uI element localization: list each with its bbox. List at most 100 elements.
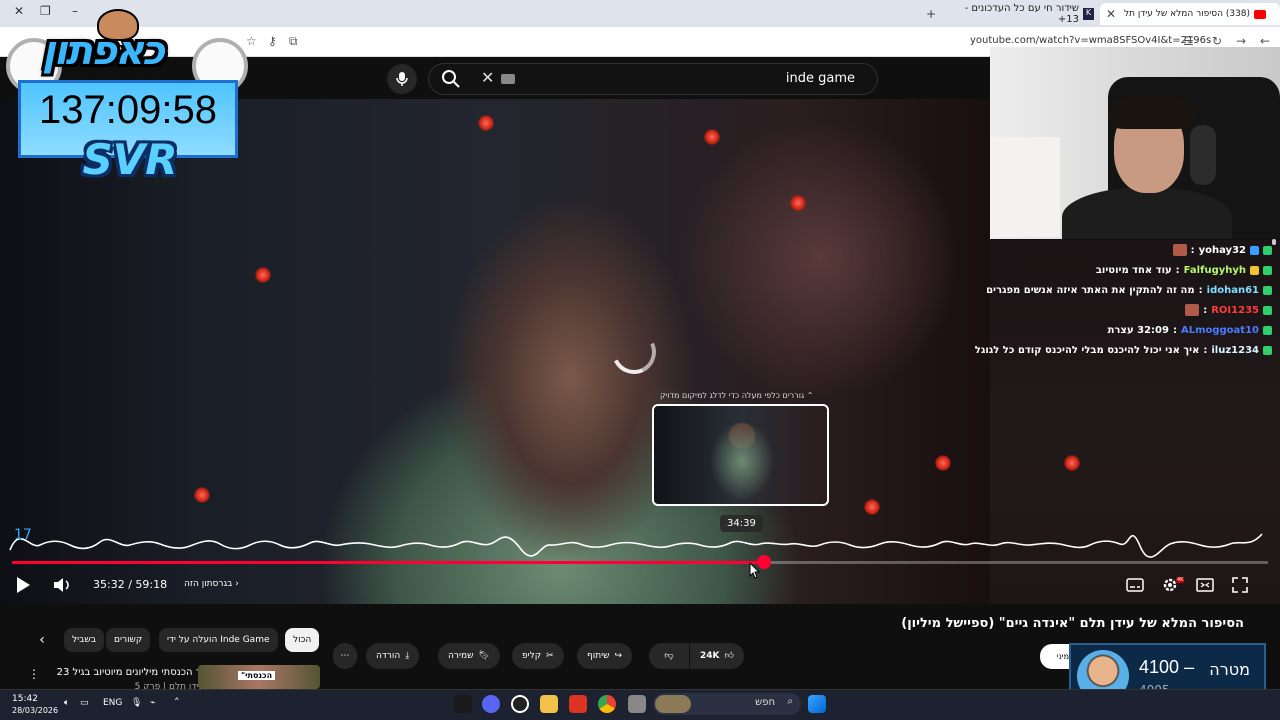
back-icon[interactable]: → [1236, 34, 1246, 48]
window-restore-icon[interactable]: ❐ [40, 4, 51, 18]
url-field[interactable]: youtube.com/watch?v=wma8SFSOv4I&t=2196s [970, 35, 1211, 46]
window-minimize-icon[interactable]: – [72, 4, 78, 18]
tab-close-icon[interactable]: ✕ [1106, 7, 1116, 21]
share-icon: ↪ [614, 651, 623, 661]
thumbs-down-icon: 👎︎ [664, 651, 674, 661]
search-input[interactable]: inde game [786, 71, 855, 86]
fullscreen-icon [1232, 577, 1248, 593]
seek-hint: גוררים כלפי מעלה כדי לדלג למיקום מדויק ⌃ [660, 391, 814, 400]
fullscreen-button[interactable] [1232, 574, 1248, 596]
chip-related[interactable]: קשורים [106, 628, 151, 652]
clear-search-icon[interactable]: ✕ [481, 68, 494, 87]
app-icon[interactable] [454, 695, 472, 713]
clock-time[interactable]: 15:42 [12, 694, 38, 704]
emote-icon [1185, 304, 1200, 316]
chat-message: iluz1234: איך אני יכול להיכנס מבלי להיכנ… [975, 341, 1272, 359]
chip-all[interactable]: הכול [285, 628, 320, 652]
subtitles-button[interactable] [1126, 574, 1144, 596]
headphones-icon [1190, 125, 1216, 185]
window-app-icon[interactable] [628, 695, 646, 713]
stage-light [478, 115, 494, 131]
chips-prev-icon[interactable]: ‹ [32, 628, 52, 652]
chat-scrollbar[interactable] [1272, 239, 1276, 245]
browser-tab-active[interactable]: ✕ (338) הסיפור המלא של עידן תל [1100, 3, 1280, 25]
browser-tab-bar: ✕ ❐ – + שידור חי עם כל העדכונים - 13+ K … [0, 0, 1280, 27]
key-icon[interactable]: ⚷ [268, 34, 277, 48]
tray-expand-icon[interactable]: ˄ [174, 696, 180, 709]
like-button[interactable]: 24K 👍︎ [690, 643, 744, 669]
share-button[interactable]: שיתוף ↪ [577, 643, 633, 669]
search-icon[interactable] [441, 69, 461, 93]
play-button[interactable] [15, 574, 31, 596]
keyboard-icon[interactable] [501, 74, 515, 84]
search-highlight-icon [655, 695, 691, 713]
theater-button[interactable] [1196, 574, 1214, 596]
chat-user[interactable]: yohay32 [1199, 245, 1246, 256]
recommendation-thumbnail[interactable]: "הכנסתי [198, 665, 320, 689]
quality-badge: 4K [1176, 577, 1185, 583]
chip-for-you[interactable]: בשביל [64, 628, 104, 652]
chat-message: yohay32: [1172, 241, 1272, 259]
taskbar-search-icon: ⌕ [787, 696, 793, 707]
volume-icon [54, 578, 69, 592]
rec-menu-icon[interactable]: ⋮ [28, 667, 40, 681]
chat-badge-icon [1263, 325, 1272, 335]
volume-tray-icon[interactable]: 🔈︎ [64, 698, 69, 708]
bookmark-icon: 🔖︎ [478, 651, 490, 661]
chat-badge-icon [1263, 245, 1272, 255]
tab-active-label: (338) הסיפור המלא של עידן תל [1124, 9, 1251, 19]
more-actions-icon[interactable]: ⋯ [333, 643, 357, 669]
subathon-timer: 137:09:58 [39, 88, 217, 132]
language-indicator[interactable]: ENG [103, 698, 122, 708]
clip-button[interactable]: קליפ ✂ [512, 643, 564, 669]
chat-user[interactable]: ALmoggoat10 [1181, 325, 1259, 336]
stage-light [790, 195, 806, 211]
chat-user[interactable]: ROI1235 [1211, 305, 1259, 316]
chip-uploaded-by[interactable]: הועלה על ידי Inde Game [159, 628, 278, 652]
browser-tab-2[interactable]: + שידור חי עם כל העדכונים - 13+ K [920, 3, 1100, 25]
progress-bar[interactable] [12, 555, 1268, 569]
site-settings-icon[interactable]: ☰ [1183, 34, 1194, 48]
tab-new-icon[interactable]: + [926, 7, 936, 21]
chat-text: עוד אחד מיוטיוב [1095, 264, 1172, 276]
search-box[interactable]: ✕ inde game [428, 63, 878, 95]
version-chapter[interactable]: בגרסתון הזה › [184, 579, 239, 589]
recommendation-title[interactable]: איך הכנסתי מיליונים מיוטיוב בגיל 23 [40, 667, 210, 678]
download-icon: ⤓ [405, 651, 410, 661]
reload-icon[interactable]: ↻ [1212, 34, 1222, 48]
window-close-icon[interactable]: ✕ [14, 4, 24, 18]
svr-tag: SVR [82, 135, 178, 184]
clock-date[interactable]: 28/03/2026 [12, 706, 58, 715]
play-icon [17, 577, 30, 593]
download-button[interactable]: הורדה ⤓ [366, 643, 420, 669]
thumbs-up-icon: 👍︎ [724, 651, 734, 661]
extension-icon[interactable]: ⧉ [289, 34, 298, 49]
chat-text: מה זה להתקין את האתר איזה אנשים מפגרים [986, 284, 1195, 296]
chat-user[interactable]: idohan61 [1207, 285, 1259, 296]
save-button[interactable]: שמירה 🔖︎ [438, 643, 500, 669]
taskbar-search[interactable]: חפש ⌕ [653, 693, 801, 715]
bluetooth-tray-icon[interactable]: ⌁ [150, 698, 155, 708]
star-icon[interactable]: ☆ [246, 34, 257, 48]
chrome-icon[interactable] [598, 695, 616, 713]
recorder-icon[interactable] [569, 695, 587, 713]
miniplayer-button[interactable]: מיני [1040, 644, 1072, 669]
network-tray-icon[interactable]: ▭ [80, 698, 89, 708]
cam-hair [1108, 95, 1194, 129]
tab-2-label: שידור חי עם כל העדכונים - 13+ [964, 3, 1080, 25]
chat-user[interactable]: iluz1234 [1211, 345, 1259, 356]
chat-user[interactable]: Falfugyhyh [1184, 265, 1246, 276]
waveform-label: 17 [14, 527, 32, 543]
mic-tray-icon[interactable]: 🎙︎ [131, 698, 142, 708]
volume-button[interactable] [52, 574, 72, 596]
media-player-icon[interactable] [511, 695, 529, 713]
webcam-feed [990, 47, 1280, 239]
folder-icon[interactable] [540, 695, 558, 713]
discord-icon[interactable] [482, 695, 500, 713]
mic-icon[interactable] [387, 64, 417, 94]
dislike-button[interactable]: 👎︎ [649, 643, 689, 669]
forward-icon[interactable]: ← [1260, 34, 1270, 48]
windows-start-icon[interactable] [808, 695, 826, 713]
theater-icon [1196, 578, 1214, 592]
stage-light [194, 487, 210, 503]
